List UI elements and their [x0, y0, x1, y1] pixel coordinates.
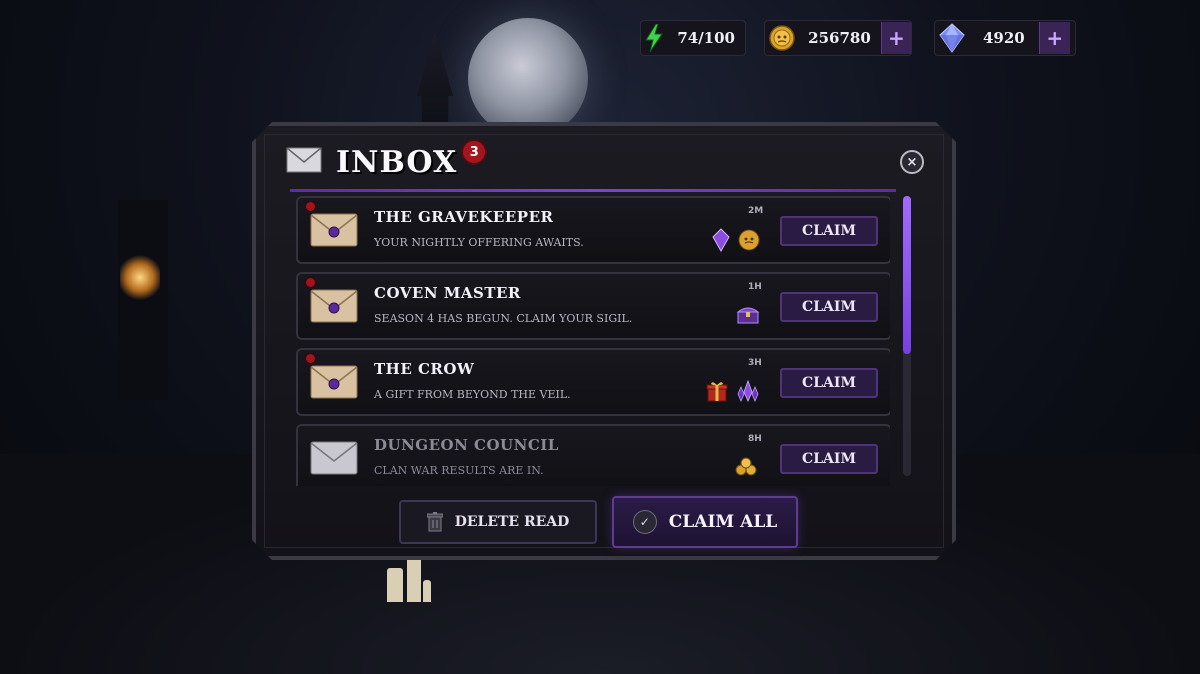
reward-icons — [736, 304, 760, 324]
claim-button[interactable]: CLAIM — [780, 444, 878, 474]
sealed-envelope-icon — [310, 289, 358, 323]
gold-value: 256780 — [808, 29, 871, 47]
inbox-header: INBOX 3 — [286, 142, 487, 182]
claim-button[interactable]: CLAIM — [780, 292, 878, 322]
message-subject: SEASON 4 HAS BEGUN. CLAIM YOUR SIGIL. — [374, 312, 633, 325]
opened-envelope-icon — [310, 441, 358, 475]
delete-read-label: DELETE READ — [454, 514, 570, 530]
lantern-glow — [120, 255, 160, 300]
coin-icon — [765, 21, 798, 55]
diamond-icon — [935, 21, 969, 55]
unread-indicator — [305, 353, 316, 364]
lamp-post — [118, 200, 168, 400]
message-sender: THE GRAVEKEEPER — [374, 208, 554, 226]
moon — [468, 18, 588, 138]
message-list[interactable]: THE GRAVEKEEPER YOUR NIGHTLY OFFERING AW… — [296, 196, 890, 486]
claim-all-button[interactable]: ✓ CLAIM ALL — [612, 496, 798, 548]
claim-all-label: CLAIM ALL — [668, 512, 778, 532]
unread-count-badge: 3 — [461, 139, 487, 165]
message-row[interactable]: THE GRAVEKEEPER YOUR NIGHTLY OFFERING AW… — [296, 196, 890, 264]
message-time: 2M — [748, 206, 764, 216]
sealed-envelope-icon — [310, 365, 358, 399]
inbox-panel: INBOX 3 × THE GRAVEKEEPER YOUR NIGHTLY O… — [252, 122, 956, 560]
message-row[interactable]: COVEN MASTER SEASON 4 HAS BEGUN. CLAIM Y… — [296, 272, 890, 340]
purple-gem-icon — [712, 228, 730, 252]
gold-counter: 256780 + — [764, 20, 912, 56]
close-button[interactable]: × — [900, 150, 924, 174]
gold-pile-icon — [734, 456, 760, 476]
add-gold-button[interactable]: + — [880, 22, 911, 54]
reward-icons — [706, 380, 760, 402]
header-divider — [290, 189, 896, 192]
crystal-cluster-icon — [736, 380, 760, 402]
unread-indicator — [305, 277, 316, 288]
energy-value: 74/100 — [677, 29, 735, 47]
claim-button[interactable]: CLAIM — [780, 368, 878, 398]
message-subject: YOUR NIGHTLY OFFERING AWAITS. — [374, 236, 584, 249]
message-time: 3H — [748, 358, 762, 368]
gold-coin-icon — [738, 229, 760, 251]
delete-read-button[interactable]: DELETE READ — [399, 500, 597, 544]
message-row[interactable]: THE CROW A GIFT FROM BEYOND THE VEIL. 3H… — [296, 348, 890, 416]
message-sender: DUNGEON COUNCIL — [374, 436, 559, 454]
message-sender: THE CROW — [374, 360, 475, 378]
message-subject: CLAN WAR RESULTS ARE IN. — [374, 464, 544, 477]
add-gems-button[interactable]: + — [1038, 22, 1070, 54]
gem-counter: 4920 + — [934, 20, 1076, 56]
claim-button[interactable]: CLAIM — [780, 216, 878, 246]
gem-value: 4920 — [983, 29, 1025, 47]
scroll-thumb[interactable] — [903, 196, 911, 354]
lightning-icon — [641, 21, 667, 55]
message-time: 1H — [748, 282, 762, 292]
reward-icons — [734, 456, 760, 476]
inbox-title: INBOX — [336, 144, 458, 180]
sealed-envelope-icon — [310, 213, 358, 247]
reward-icons — [712, 228, 760, 252]
trash-icon — [427, 512, 443, 532]
message-time: 8H — [748, 434, 762, 444]
message-subject: A GIFT FROM BEYOND THE VEIL. — [374, 388, 571, 401]
unread-indicator — [305, 201, 316, 212]
message-row[interactable]: DUNGEON COUNCIL CLAN WAR RESULTS ARE IN.… — [296, 424, 890, 486]
checkmark-icon: ✓ — [633, 510, 657, 534]
energy-counter: 74/100 — [640, 20, 746, 56]
treasure-chest-icon — [736, 304, 760, 324]
message-sender: COVEN MASTER — [374, 284, 521, 302]
envelope-icon — [286, 147, 322, 177]
gift-box-icon — [706, 380, 728, 402]
scrollbar[interactable] — [903, 196, 911, 476]
